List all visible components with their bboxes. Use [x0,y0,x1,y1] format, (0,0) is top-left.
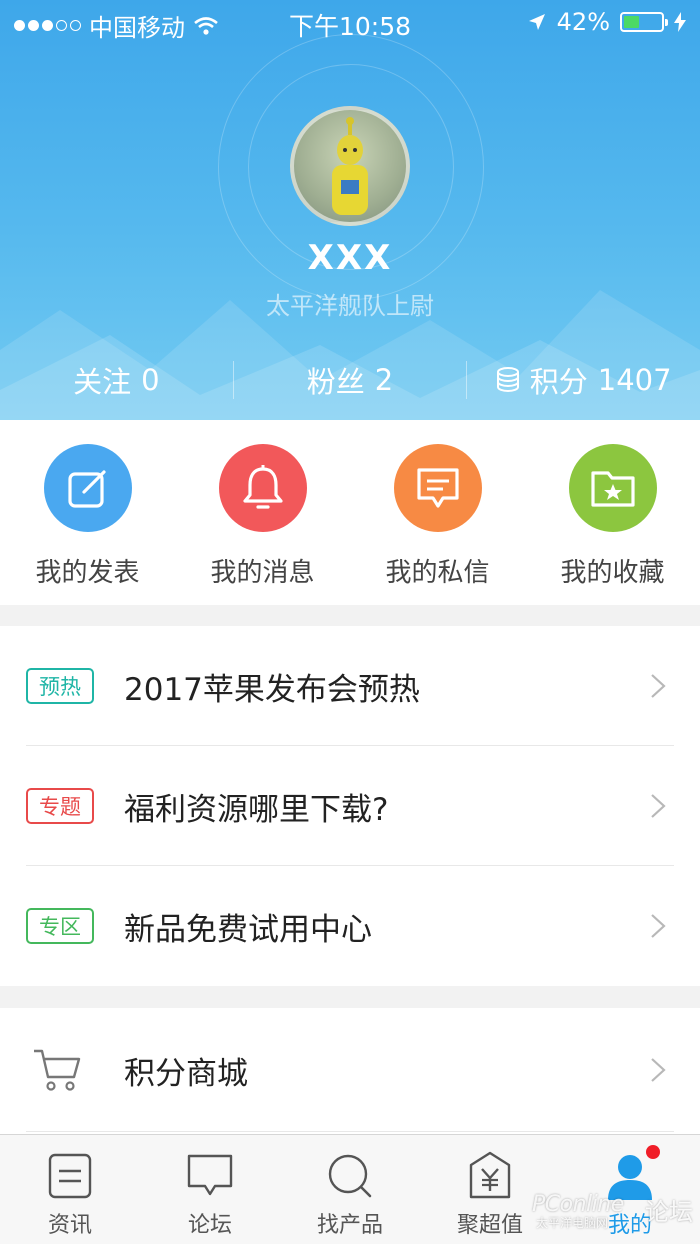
battery-percent: 42% [556,8,610,36]
my-private-messages-label: 我的私信 [385,558,490,588]
tab-news[interactable]: 资讯 [0,1135,140,1244]
tab-forum[interactable]: 论坛 [140,1135,280,1244]
promo-item-topic[interactable]: 专题 福利资源哪里下载? [0,746,700,866]
following-label: 关注 [73,365,132,399]
tag-preheat: 预热 [26,668,94,704]
my-messages-button[interactable]: 我的消息 [175,420,350,605]
tab-label: 资讯 [47,1213,92,1238]
points-mall-title: 积分商城 [124,1055,248,1092]
charging-bolt-icon [674,12,686,32]
chat-message-icon [393,444,482,532]
username[interactable]: XXX [0,238,700,278]
my-posts-label: 我的发表 [35,558,140,588]
profile-stats: 关注 0 粉丝 2 积分 1407 [0,350,700,410]
points-stat[interactable]: 积分 1407 [467,359,700,401]
watermark-brand-cn: 太平洋电脑网 [536,1216,609,1230]
my-messages-label: 我的消息 [210,558,315,588]
yuan-tag-icon [469,1151,511,1199]
promo-item-zone[interactable]: 专区 新品免费试用中心 [0,866,700,986]
row-divider [26,1131,674,1132]
following-count: 0 [141,363,160,397]
chevron-right-icon [651,674,666,698]
avatar-image [332,117,368,215]
bell-icon [218,444,307,532]
followers-stat[interactable]: 粉丝 2 [234,359,467,401]
watermark-forum: 论坛 [645,1198,693,1226]
points-mall-item[interactable]: 积分商城 [0,1008,700,1132]
my-posts-button[interactable]: 我的发表 [0,420,175,605]
edit-icon [43,444,132,532]
avatar[interactable] [290,106,410,226]
my-private-messages-button[interactable]: 我的私信 [350,420,525,605]
my-favorites-button[interactable]: 我的收藏 [525,420,700,605]
tag-topic: 专题 [26,788,94,824]
chevron-right-icon [651,914,666,938]
notification-badge [646,1145,660,1159]
my-favorites-label: 我的收藏 [560,558,665,588]
profile-header: 中国移动 下午10:58 42% XXX 太平洋舰队上尉 关注 0 粉丝 2 积… [0,0,700,420]
folder-star-icon [568,444,657,532]
coins-icon [496,367,519,392]
promo-item-preheat[interactable]: 预热 2017苹果发布会预热 [0,626,700,746]
forum-icon [187,1154,233,1196]
followers-count: 2 [374,363,394,397]
search-icon [328,1154,372,1198]
promo-title: 新品免费试用中心 [124,911,372,948]
followers-label: 粉丝 [306,365,365,399]
tab-label: 论坛 [187,1213,232,1238]
quick-actions: 我的发表 我的消息 我的私信 我的收藏 [0,420,700,605]
promo-title: 福利资源哪里下载? [124,791,389,828]
points-count: 1407 [597,363,672,397]
tab-label: 聚超值 [456,1213,523,1238]
user-rank: 太平洋舰队上尉 [266,292,434,320]
tag-zone: 专区 [26,908,94,944]
promo-title: 2017苹果发布会预热 [124,671,420,708]
following-stat[interactable]: 关注 0 [0,359,233,401]
tab-find-product[interactable]: 找产品 [280,1135,420,1244]
battery-icon [620,12,668,32]
news-icon [48,1153,92,1199]
location-arrow-icon [528,14,545,30]
points-label: 积分 [529,365,588,399]
chevron-right-icon [651,794,666,818]
cart-icon [34,1049,81,1091]
mall-section: 积分商城 [0,1008,700,1134]
tab-label: 找产品 [316,1213,383,1238]
chevron-right-icon [651,1058,666,1082]
promo-list: 预热 2017苹果发布会预热 专题 福利资源哪里下载? 专区 新品免费试用中心 [0,626,700,986]
